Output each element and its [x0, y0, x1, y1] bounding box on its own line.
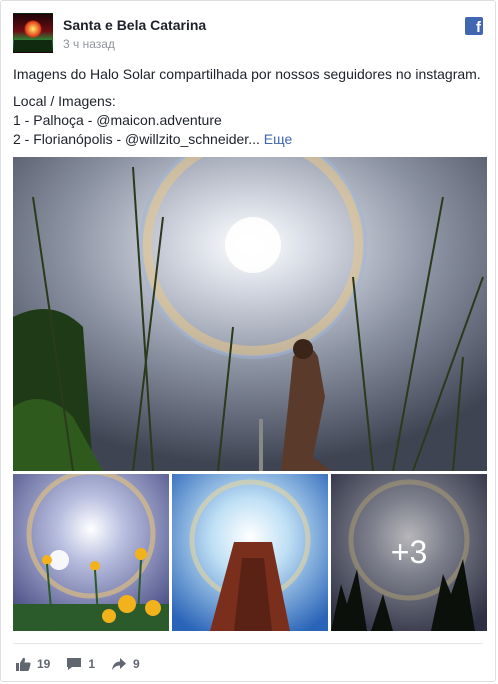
shares-count: 9: [133, 657, 140, 671]
shares-stat[interactable]: 9: [111, 657, 140, 671]
likes-count: 19: [37, 657, 51, 671]
post-text: Imagens do Halo Solar compartilhada por …: [13, 65, 487, 149]
post-card: Santa e Bela Catarina 3 ч назад f Imagen…: [0, 0, 496, 682]
facebook-icon[interactable]: f: [465, 17, 483, 35]
see-more-link[interactable]: Еще: [264, 131, 293, 147]
photo-main[interactable]: [13, 157, 487, 471]
like-icon: [16, 657, 31, 671]
post-text-line: 2 - Florianópolis - @willzito_schneider.…: [13, 130, 487, 149]
photo-thumb-more[interactable]: +3: [331, 474, 487, 631]
share-icon: [112, 658, 127, 670]
post-header: Santa e Bela Catarina 3 ч назад f: [13, 13, 483, 55]
page-avatar[interactable]: [13, 13, 53, 53]
photo-thumb-tower[interactable]: [172, 474, 328, 631]
comments-stat[interactable]: 1: [66, 657, 95, 671]
post-text-line: 1 - Palhoça - @maicon.adventure: [13, 112, 222, 128]
post-timestamp[interactable]: 3 ч назад: [63, 37, 115, 51]
post-text-line: Local / Imagens:: [13, 93, 116, 109]
photo-grid: +3: [13, 157, 487, 631]
comments-count: 1: [88, 657, 96, 671]
likes-stat[interactable]: 19: [15, 657, 50, 671]
comment-icon: [67, 658, 82, 670]
photo-thumb-flowers[interactable]: [13, 474, 169, 631]
footer-divider: [13, 643, 483, 644]
post-stats: 19 1 9: [15, 655, 156, 673]
page-name[interactable]: Santa e Bela Catarina: [63, 17, 206, 33]
post-text-line: Imagens do Halo Solar compartilhada por …: [13, 66, 481, 82]
more-photos-count[interactable]: +3: [331, 474, 487, 631]
post-text-credit: 2 - Florianópolis - @willzito_schneider.…: [13, 131, 260, 147]
